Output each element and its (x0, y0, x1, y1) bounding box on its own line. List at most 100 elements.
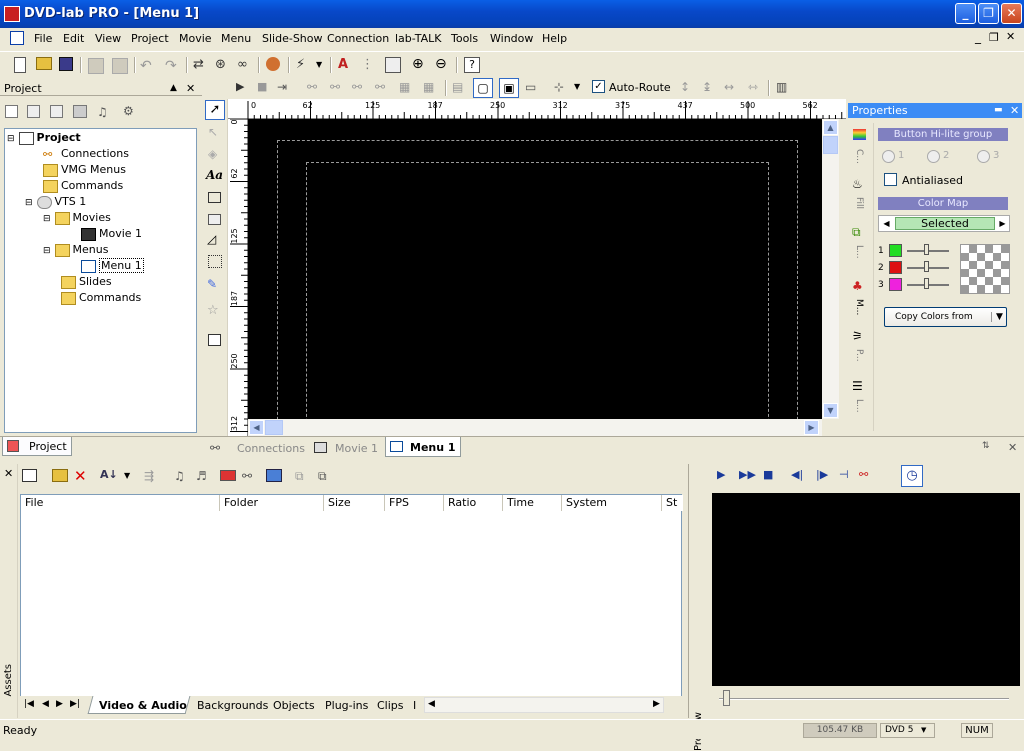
distribute-v-icon[interactable]: ↕ (680, 80, 696, 96)
tab-objects[interactable]: Objects (273, 699, 315, 712)
audio-mix-icon[interactable]: ♬ (196, 469, 212, 485)
image-icon[interactable] (266, 469, 282, 482)
color-swatch-2[interactable] (889, 261, 902, 274)
connect-icon[interactable]: ⇄ (193, 57, 209, 73)
antialiased-checkbox[interactable] (884, 173, 897, 186)
audio-convert-icon[interactable]: ♫ (174, 469, 190, 485)
step-icon[interactable]: ⇥ (277, 80, 293, 96)
menu-lab-talk[interactable]: lab-TALK (395, 32, 441, 45)
grid-icon[interactable]: ▦ (399, 80, 415, 96)
monitor-icon[interactable]: ▭ (525, 80, 541, 96)
column-file[interactable]: File (21, 495, 220, 511)
preview-timeline[interactable] (719, 698, 1009, 700)
column-fps[interactable]: FPS (385, 495, 444, 511)
panel-close-icon[interactable]: ✕ (186, 81, 195, 96)
copy-asset-icon[interactable]: ⧉ (295, 469, 311, 485)
star-tool-icon[interactable]: ☆ (207, 303, 219, 318)
paste-icon[interactable] (112, 58, 128, 74)
button-tool-icon[interactable]: ◈ (208, 147, 217, 161)
tab-scroll-icon[interactable]: ⇅ (982, 441, 990, 451)
tree-item-vmg-menus[interactable]: VMG Menus (43, 163, 126, 177)
scroll-right-icon[interactable]: ▶ (804, 420, 819, 435)
tree-item-movie1[interactable]: Movie 1 (81, 227, 142, 241)
menu-canvas[interactable] (248, 119, 822, 432)
target-dropdown-icon[interactable]: ▼ (574, 82, 590, 98)
color-tab-icon[interactable] (853, 129, 866, 140)
menu-file[interactable]: File (34, 32, 52, 45)
binoculars-icon[interactable]: ∞ (237, 57, 253, 73)
preview-mark-icon[interactable]: ⊣ (839, 468, 849, 481)
column-time[interactable]: Time (503, 495, 562, 511)
map-tab-label[interactable]: M... (854, 299, 864, 315)
hscroll-right-icon[interactable]: ▶ (653, 699, 660, 709)
scroll-left-icon[interactable]: ◀ (249, 420, 264, 435)
compile-icon[interactable]: ⊛ (215, 57, 231, 73)
stop-icon[interactable]: ■ (257, 80, 273, 96)
grid2-icon[interactable]: ▦ (423, 80, 439, 96)
link2-icon[interactable]: ⚯ (330, 80, 346, 96)
mdi-minimize-button[interactable]: _ (975, 30, 981, 44)
tab-first-icon[interactable]: |◀ (24, 699, 34, 709)
new-icon[interactable] (14, 57, 26, 73)
tree-item-slides[interactable]: Slides (61, 275, 112, 289)
add-slides-icon[interactable] (50, 105, 63, 118)
mdi-restore-button[interactable]: ❐ (989, 31, 999, 44)
tab-clips[interactable]: Clips (377, 699, 404, 712)
asset-file-list[interactable]: File Folder Size FPS Ratio Time System S… (20, 494, 683, 703)
radio-1[interactable] (882, 150, 895, 163)
menu-slide-show[interactable]: Slide-Show (262, 32, 323, 45)
tab-next-icon[interactable]: ▶ (56, 699, 63, 709)
preview-play-icon[interactable]: ▶ (717, 468, 725, 481)
video-icon[interactable] (220, 470, 236, 481)
close-button[interactable]: ✕ (1001, 3, 1022, 24)
text-tool2-icon[interactable]: Aa (206, 168, 223, 182)
tab-last-icon[interactable]: ▶| (70, 699, 80, 709)
tree-item-project[interactable]: ⊟ Project (7, 131, 81, 145)
preview-stop-icon[interactable]: ■ (763, 468, 773, 481)
canvas-horizontal-scrollbar[interactable]: ◀ ▶ (248, 419, 822, 436)
zoom-in-icon[interactable]: ⊕ (412, 56, 428, 72)
opacity-thumb-3[interactable] (924, 278, 929, 289)
link-tab-label[interactable]: L... (854, 399, 864, 413)
tab-prev-icon[interactable]: ◀ (42, 699, 49, 709)
tree-item-vts1[interactable]: ⊟ VTS 1 (25, 195, 86, 209)
column-folder[interactable]: Folder (220, 495, 324, 511)
preview-next-frame-icon[interactable]: |▶ (816, 468, 828, 481)
asset-hscrollbar[interactable]: ◀ ▶ (424, 697, 664, 713)
burn-icon[interactable] (266, 57, 280, 71)
sort-icon[interactable]: A↓ (100, 468, 118, 484)
add-movie-icon[interactable] (73, 105, 87, 118)
menu-project[interactable]: Project (131, 32, 169, 45)
frame-icon[interactable]: ▢ (473, 78, 493, 98)
preview-prev-frame-icon[interactable]: ◀| (791, 468, 803, 481)
menu-view[interactable]: View (95, 32, 121, 45)
tree-item-vts-commands[interactable]: Commands (61, 291, 141, 305)
color-tab-label[interactable]: C... (854, 149, 864, 164)
radio-2[interactable] (927, 150, 940, 163)
open-icon[interactable] (36, 57, 52, 70)
object-tool-icon[interactable]: ↖ (208, 125, 218, 139)
column-system[interactable]: System (562, 495, 662, 511)
disc-dropdown-icon[interactable]: ▼ (921, 724, 926, 737)
properties-pin-icon[interactable]: ▬ (994, 103, 1003, 118)
restore-button[interactable]: ❐ (978, 3, 999, 24)
open-folder-icon[interactable] (52, 469, 68, 482)
vts-icon[interactable]: ⚙ (123, 104, 139, 120)
tab-backgrounds[interactable]: Backgrounds (197, 699, 268, 712)
link-asset-icon[interactable]: ⚯ (242, 469, 258, 485)
properties-close-icon[interactable]: ✕ (1010, 103, 1019, 118)
scroll-thumb[interactable] (823, 136, 838, 154)
tab-movie1[interactable]: Movie 1 (335, 442, 378, 455)
frame-tool-icon[interactable] (208, 214, 221, 225)
menu-help[interactable]: Help (542, 32, 567, 45)
browse-icon[interactable] (22, 469, 37, 482)
layer-tab-icon[interactable]: ⧉ (852, 225, 861, 240)
rectangle-tool-icon[interactable] (208, 192, 221, 203)
tree-item-menus[interactable]: ⊟ Menus (43, 243, 108, 257)
state-next-icon[interactable]: ▶ (996, 217, 1009, 230)
tab-close-icon[interactable]: ✕ (1008, 441, 1017, 454)
tab-connections[interactable]: Connections (237, 442, 305, 455)
disc-type-select[interactable]: DVD 5 ▼ (880, 723, 935, 738)
mdi-close-button[interactable]: ✕ (1006, 30, 1015, 43)
tab-plug-ins[interactable]: Plug-ins (325, 699, 368, 712)
